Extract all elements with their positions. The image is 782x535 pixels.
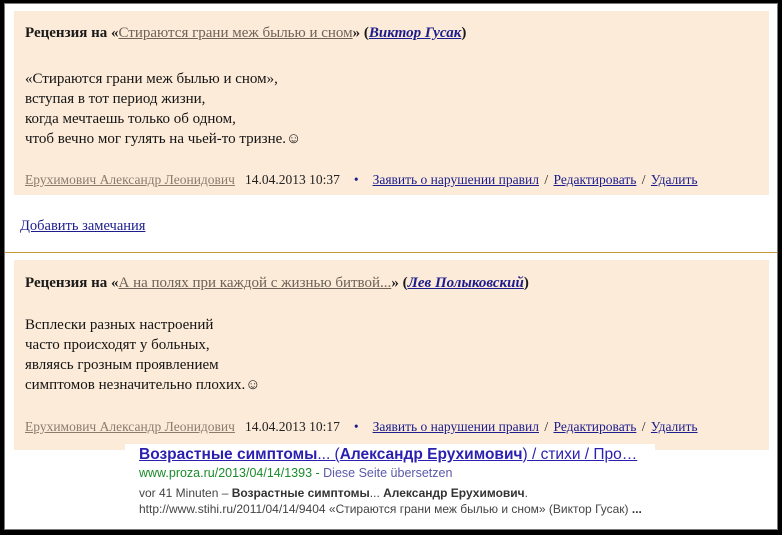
link-separator: /	[641, 172, 646, 187]
review-heading-prefix: Рецензия на «	[25, 25, 119, 41]
review-heading-mid: » (	[391, 275, 408, 291]
review-author-link[interactable]: Лев Полыковский	[408, 275, 524, 291]
link-separator: /	[544, 172, 549, 187]
desc-mid: ...	[369, 486, 384, 500]
result-url: www.proza.ru/2013/04/14/1393	[139, 466, 313, 480]
review-heading-mid: » (	[352, 25, 369, 41]
link-separator: /	[544, 419, 549, 434]
review-date: 14.04.2013 10:17	[244, 419, 340, 434]
bullet-separator: •	[353, 419, 359, 434]
review-date: 14.04.2013 10:37	[244, 172, 340, 187]
review-text-line: Всплески разных настроений	[25, 317, 214, 333]
desc-bold-author: Александр Ерухимович	[383, 486, 525, 500]
report-violation-link[interactable]: Заявить о нарушении правил	[373, 419, 539, 434]
add-remarks-link[interactable]: Добавить замечания	[20, 218, 145, 235]
bullet-separator: •	[353, 172, 359, 187]
review-work-link[interactable]: А на полях при каждой с жизнью битвой...	[119, 275, 392, 291]
review-meta: Ерухимович Александр Леонидович 14.04.201…	[25, 419, 698, 435]
edit-link[interactable]: Редактировать	[553, 419, 636, 434]
delete-link[interactable]: Удалить	[651, 419, 698, 434]
review-text-line: чтоб вечно мог гулять на чьей-то тризне.…	[25, 131, 302, 147]
reviewer-link[interactable]: Ерухимович Александр Леонидович	[25, 419, 235, 434]
review-text: Всплески разных настроений часто происхо…	[25, 315, 261, 395]
review-text-line: «Стираются грани меж былью и сном»,	[25, 71, 278, 87]
delete-link[interactable]: Удалить	[651, 172, 698, 187]
report-violation-link[interactable]: Заявить о нарушении правил	[373, 172, 539, 187]
review-text-line: симптомов незначительно плохих.☺	[25, 377, 261, 393]
review-card: Рецензия на «Стираются грани меж былью и…	[14, 11, 769, 195]
review-work-link[interactable]: Стираются грани меж былью и сном	[119, 25, 353, 41]
search-result-url: www.proza.ru/2013/04/14/1393 - Diese Sei…	[139, 466, 452, 480]
title-bold: Возрастные симптомы	[139, 446, 318, 463]
review-text-line: часто происходят у больных,	[25, 337, 210, 353]
review-author-link[interactable]: Виктор Гусак	[369, 25, 461, 41]
translate-page-link[interactable]: Diese Seite übersetzen	[323, 466, 452, 480]
desc-prefix: vor 41 Minuten –	[139, 486, 232, 500]
divider	[5, 252, 777, 253]
desc-bold: Возрастные симптомы	[231, 486, 370, 500]
link-separator: /	[641, 419, 646, 434]
review-heading: Рецензия на «Стираются грани меж былью и…	[25, 25, 466, 42]
review-text-line: вступая в тот период жизни,	[25, 91, 206, 107]
review-text-line: являясь грозным проявлением	[25, 357, 219, 373]
search-result-snippet: Возрастные симптомы... (Александр Ерухим…	[125, 444, 655, 529]
edit-link[interactable]: Редактировать	[553, 172, 636, 187]
page-frame: Рецензия на «Стираются грани меж былью и…	[4, 3, 778, 530]
url-separator: -	[312, 466, 324, 480]
search-result-title-link[interactable]: Возрастные симптомы... (Александр Ерухим…	[139, 446, 637, 464]
reviewer-link[interactable]: Ерухимович Александр Леонидович	[25, 172, 235, 187]
search-result-description: vor 41 Minuten – Возрастные симптомы... …	[139, 485, 647, 517]
title-mid: ... (	[317, 446, 340, 463]
desc-ellipsis: ...	[631, 502, 642, 516]
review-meta: Ерухимович Александр Леонидович 14.04.201…	[25, 172, 698, 188]
review-heading-prefix: Рецензия на «	[25, 275, 119, 291]
title-end: ) / стихи / Про…	[522, 446, 638, 463]
review-heading-suffix: )	[461, 25, 467, 41]
title-bold-author: Александр Ерухимович	[339, 446, 523, 463]
review-text: «Стираются грани меж былью и сном», всту…	[25, 69, 301, 149]
review-card: Рецензия на «А на полях при каждой с жиз…	[14, 260, 769, 450]
review-text-line: когда мечтаешь только об одном,	[25, 111, 236, 127]
review-heading: Рецензия на «А на полях при каждой с жиз…	[25, 275, 529, 292]
review-heading-suffix: )	[523, 275, 529, 291]
